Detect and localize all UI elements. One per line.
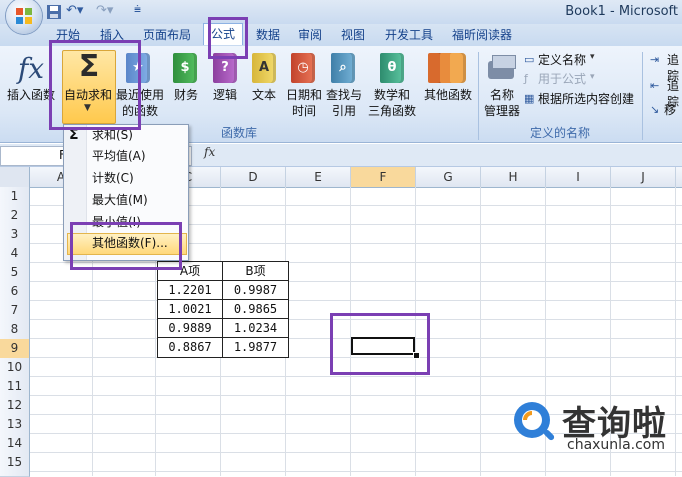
insert-function-icon[interactable]: fx (10, 52, 52, 85)
table-cell[interactable]: 0.9865 (223, 300, 288, 319)
row-header[interactable]: 2 (0, 206, 30, 226)
office-logo-icon (16, 8, 32, 24)
window-title: Book1 - Microsoft (565, 4, 678, 19)
group-label-defined-names: 定义的名称 (529, 126, 590, 140)
define-name-icon: ▭ (524, 53, 535, 66)
column-header-e[interactable]: E (286, 167, 351, 187)
menu-item-average[interactable]: 平均值(A) (92, 146, 146, 166)
more-functions-icon (428, 53, 466, 83)
table-cell[interactable]: 0.9889 (158, 319, 222, 338)
text-icon: A (252, 53, 276, 83)
table-cell[interactable]: 0.9987 (223, 281, 288, 300)
watermark-url: chaxunla.com (567, 437, 665, 453)
row-header[interactable]: 11 (0, 377, 30, 397)
use-in-formula-dropdown-icon[interactable]: ▾ (590, 72, 595, 82)
row-header[interactable]: 4 (0, 244, 30, 264)
lookup-icon: ⌕ (331, 53, 355, 83)
row-header[interactable]: 6 (0, 282, 30, 302)
annotation-box-autosum (49, 40, 141, 130)
tab-view[interactable]: 视图 (341, 26, 365, 43)
finance-icon: $ (173, 53, 197, 83)
row-header[interactable]: 7 (0, 301, 30, 321)
lookup-label-1[interactable]: 查找与 (322, 87, 366, 103)
undo-icon[interactable]: ↶▾ (66, 3, 83, 19)
column-header-d[interactable]: D (221, 167, 286, 187)
remove-arrows-icon: ↘ (650, 103, 660, 116)
row-header[interactable]: 12 (0, 396, 30, 416)
save-icon[interactable] (46, 4, 62, 20)
column-header-i[interactable]: I (546, 167, 611, 187)
math-trig-label-2[interactable]: 三角函数 (362, 103, 422, 119)
name-manager-label-1[interactable]: 名称 (482, 87, 522, 103)
tab-review[interactable]: 审阅 (298, 26, 322, 43)
table-cell[interactable]: 1.0021 (158, 300, 222, 319)
row-header[interactable]: 5 (0, 263, 30, 283)
formula-fx-button[interactable]: fx (204, 145, 224, 165)
math-trig-label-1[interactable]: 数学和 (362, 87, 422, 103)
table-cell[interactable]: 1.2201 (158, 281, 222, 300)
table-cell[interactable]: 1.0234 (223, 319, 288, 338)
use-in-formula-button[interactable]: 用于公式 (538, 71, 586, 87)
finance-button[interactable]: 财务 (168, 87, 204, 103)
name-manager-icon (488, 55, 518, 81)
remove-arrows-button[interactable]: 移 (664, 102, 676, 118)
menu-item-max[interactable]: 最大值(M) (92, 190, 148, 210)
row-header[interactable]: 3 (0, 225, 30, 245)
trace-precedents-icon: ⇥ (650, 53, 660, 66)
magnifier-logo-icon (514, 402, 555, 441)
create-from-selection-button[interactable]: 根据所选内容创建 (538, 91, 634, 107)
row-header[interactable]: 8 (0, 320, 30, 340)
table-cell[interactable]: 0.8867 (158, 338, 222, 357)
date-time-label-1[interactable]: 日期和 (282, 87, 326, 103)
redo-icon[interactable]: ↷▾ (96, 3, 113, 19)
more-functions-button[interactable]: 其他函数 (422, 87, 474, 103)
row-header[interactable]: 16 (0, 472, 30, 477)
column-header-g[interactable]: G (416, 167, 481, 187)
customize-qat-icon[interactable]: ⩧ (134, 2, 141, 18)
row-header[interactable]: 15 (0, 453, 30, 473)
gridline (30, 471, 682, 472)
lookup-label-2[interactable]: 引用 (322, 103, 366, 119)
name-manager-label-2[interactable]: 管理器 (480, 103, 524, 119)
group-separator (642, 52, 643, 140)
annotation-box-formulas-tab (208, 17, 248, 59)
data-table: A项 B项 1.2201 0.9987 1.0021 0.9865 0.9889… (157, 261, 289, 358)
column-header-j[interactable]: J (611, 167, 676, 187)
annotation-box-active-cell (330, 313, 430, 375)
create-from-selection-icon: ▦ (524, 92, 535, 105)
tab-foxit-reader[interactable]: 福昕阅读器 (452, 26, 512, 43)
table-header-b[interactable]: B项 (223, 262, 288, 281)
logic-button[interactable]: 逻辑 (206, 87, 244, 103)
use-in-formula-icon: ƒ (524, 72, 528, 85)
date-time-icon: ◷ (291, 53, 315, 83)
row-header[interactable]: 10 (0, 358, 30, 378)
gridline (30, 300, 682, 301)
gridline (30, 376, 682, 377)
row-header[interactable]: 9 (0, 339, 30, 359)
tab-page-layout[interactable]: 页面布局 (143, 26, 191, 43)
text-button[interactable]: 文本 (245, 87, 283, 103)
row-header[interactable]: 13 (0, 415, 30, 435)
gridline (30, 281, 682, 282)
annotation-box-more-functions (70, 222, 182, 270)
trace-dependents-icon: ⇤ (650, 79, 660, 92)
date-time-label-2[interactable]: 时间 (282, 103, 326, 119)
menu-item-count[interactable]: 计数(C) (92, 168, 134, 188)
define-name-button[interactable]: 定义名称 (538, 52, 586, 68)
math-trig-icon: θ (380, 53, 404, 83)
column-header-f[interactable]: F (351, 167, 416, 187)
tab-developer[interactable]: 开发工具 (385, 26, 433, 43)
column-header-h[interactable]: H (481, 167, 546, 187)
table-cell[interactable]: 1.9877 (223, 338, 288, 357)
row-header[interactable]: 14 (0, 434, 30, 454)
define-name-dropdown-icon[interactable]: ▾ (590, 52, 595, 62)
select-all-corner[interactable] (0, 167, 30, 187)
tab-data[interactable]: 数据 (256, 26, 280, 43)
row-header[interactable]: 1 (0, 187, 30, 207)
